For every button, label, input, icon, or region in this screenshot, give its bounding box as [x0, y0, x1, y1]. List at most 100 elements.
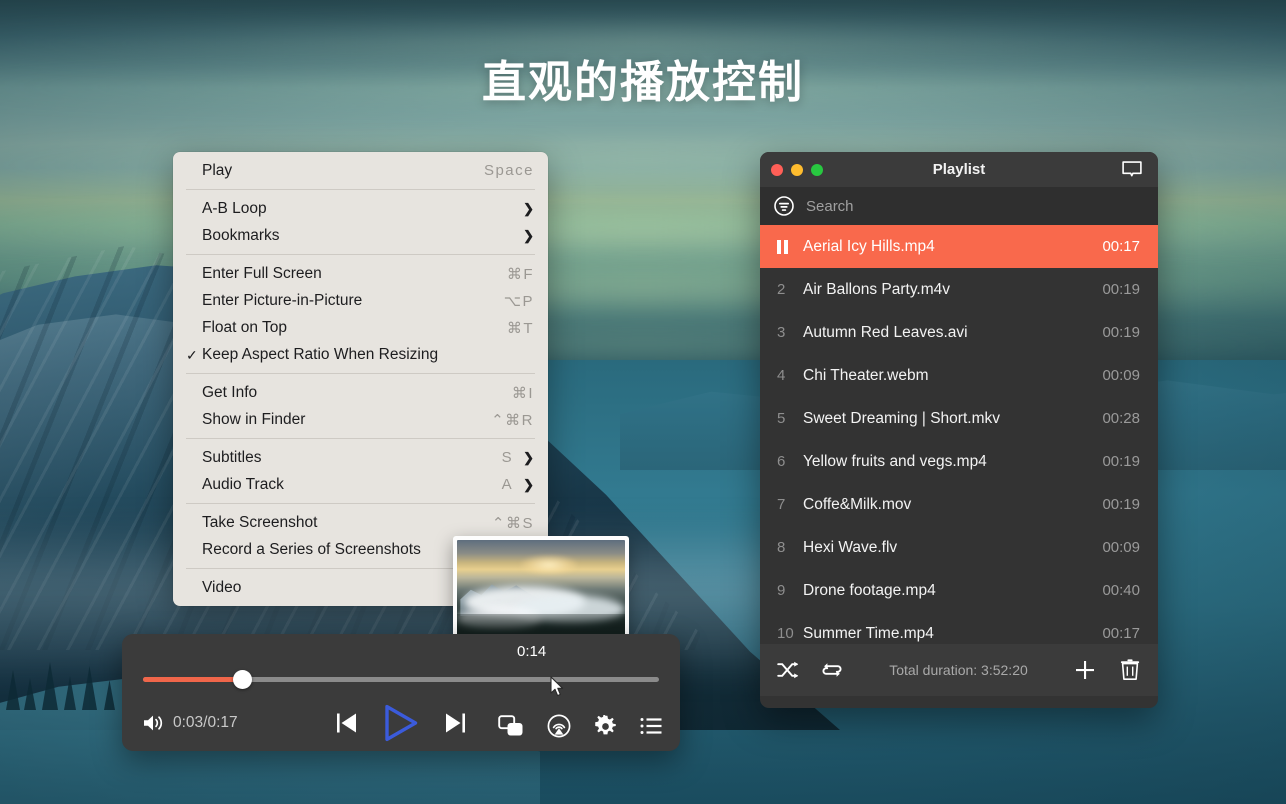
player-control-bar: 0:14 0:03/0:17 [122, 634, 680, 751]
playlist-row[interactable]: 8 Hexi Wave.flv 00:09 [760, 526, 1158, 569]
playlist-row-title: Hexi Wave.flv [803, 538, 898, 556]
picture-in-picture-icon[interactable] [498, 715, 524, 737]
menu-item[interactable]: Play Space [173, 157, 548, 184]
screenshot-preview-thumbnail [453, 536, 629, 639]
menu-item[interactable]: Bookmarks ❯ [173, 222, 548, 249]
minimize-button[interactable] [791, 164, 803, 176]
airplay-icon[interactable] [547, 714, 571, 738]
menu-item[interactable]: Enter Picture-in-Picture ⌥P [173, 287, 548, 314]
menu-item[interactable]: ✓ Keep Aspect Ratio When Resizing [173, 341, 548, 368]
next-icon[interactable] [443, 710, 467, 736]
menu-separator [186, 189, 535, 190]
menu-item[interactable]: Audio Track A ❯ [173, 471, 548, 498]
playlist-row-duration: 00:19 [1102, 453, 1140, 470]
menu-item-shortcut: ⌘T [506, 319, 534, 337]
playlist-row[interactable]: 5 Sweet Dreaming | Short.mkv 00:28 [760, 397, 1158, 440]
playlist-row-index: 10 [777, 625, 794, 642]
playlist-titlebar: Playlist [760, 152, 1158, 187]
shuffle-icon[interactable] [777, 661, 799, 679]
playlist-row-index: 5 [777, 410, 786, 427]
playlist-row-duration: 00:19 [1102, 324, 1140, 341]
playlist-row-title: Air Ballons Party.m4v [803, 280, 951, 298]
playlist-row-title: Coffe&Milk.mov [803, 495, 912, 513]
menu-item[interactable]: Float on Top ⌘T [173, 314, 548, 341]
menu-item[interactable]: Show in Finder ⌃⌘R [173, 406, 548, 433]
repeat-icon[interactable] [821, 661, 843, 679]
preview-foreground [457, 614, 625, 635]
playlist-row-index: 3 [777, 324, 786, 341]
menu-item-shortcut: ⌃⌘R [491, 411, 534, 429]
playlist-row-title: Yellow fruits and vegs.mp4 [803, 452, 987, 470]
trash-icon[interactable] [1120, 659, 1140, 681]
search-bar[interactable]: Search [760, 187, 1158, 225]
menu-item-label: Audio Track [202, 475, 284, 493]
seek-bar-progress [143, 677, 238, 682]
hover-time-tooltip: 0:14 [517, 643, 547, 660]
playlist-row-title: Chi Theater.webm [803, 366, 929, 384]
playlist-window: Playlist Search Aerial Icy Hills.mp4 00:1… [760, 152, 1158, 708]
mouse-cursor-icon [550, 676, 564, 697]
playlist-row-index: 7 [777, 496, 786, 513]
playlist-row[interactable]: 3 Autumn Red Leaves.avi 00:19 [760, 311, 1158, 354]
menu-item-shortcut: A [501, 476, 514, 493]
playlist-row[interactable]: 2 Air Ballons Party.m4v 00:19 [760, 268, 1158, 311]
playlist-row-duration: 00:40 [1102, 582, 1140, 599]
previous-icon[interactable] [335, 710, 359, 736]
list-icon[interactable] [640, 717, 662, 735]
menu-item[interactable]: Get Info ⌘I [173, 379, 548, 406]
menu-item[interactable]: A-B Loop ❯ [173, 195, 548, 222]
menu-item-label: Get Info [202, 383, 258, 401]
playlist-row-index: 6 [777, 453, 786, 470]
playlist-row-duration: 00:19 [1102, 281, 1140, 298]
playlist-row[interactable]: 10 Summer Time.mp4 00:17 [760, 612, 1158, 644]
page-title: 直观的播放控制 [482, 58, 804, 107]
menu-item-label: Subtitles [202, 448, 262, 466]
menu-item-label: Take Screenshot [202, 513, 318, 531]
menu-separator [186, 254, 535, 255]
menu-item-shortcut: ⌘F [506, 265, 534, 283]
plus-icon[interactable] [1074, 659, 1096, 681]
playlist-row-title: Sweet Dreaming | Short.mkv [803, 409, 1000, 427]
chevron-right-icon: ❯ [523, 228, 534, 243]
total-duration-label: Total duration: 3:52:20 [889, 662, 1028, 678]
playlist-row-index: 4 [777, 367, 786, 384]
menu-item[interactable]: Subtitles S ❯ [173, 444, 548, 471]
playlist-row-title: Summer Time.mp4 [803, 624, 934, 642]
play-icon[interactable] [383, 704, 419, 742]
playlist-actions [1074, 659, 1140, 681]
playlist-row[interactable]: 4 Chi Theater.webm 00:09 [760, 354, 1158, 397]
playlist-row-index: 2 [777, 281, 786, 298]
playlist-row[interactable]: 6 Yellow fruits and vegs.mp4 00:19 [760, 440, 1158, 483]
playlist-row[interactable]: 9 Drone footage.mp4 00:40 [760, 569, 1158, 612]
pause-icon [777, 239, 803, 254]
menu-item-shortcut: ⌘I [511, 384, 534, 402]
playlist-footer: Total duration: 3:52:20 [760, 644, 1158, 696]
menu-item-shortcut: S [501, 449, 514, 466]
filter-icon[interactable] [774, 196, 794, 216]
menu-separator [186, 373, 535, 374]
menu-item-shortcut: ⌥P [503, 292, 534, 310]
playlist-items: Aerial Icy Hills.mp4 00:17 2 Air Ballons Pa… [760, 225, 1158, 644]
playlist-row[interactable]: Aerial Icy Hills.mp4 00:17 [760, 225, 1158, 268]
seek-bar[interactable] [143, 670, 659, 690]
close-button[interactable] [771, 164, 783, 176]
menu-item[interactable]: Take Screenshot ⌃⌘S [173, 509, 548, 536]
menu-item-label: Show in Finder [202, 410, 306, 428]
playlist-row-title: Drone footage.mp4 [803, 581, 936, 599]
chevron-right-icon: ❯ [523, 201, 534, 216]
checkmark-icon: ✓ [186, 346, 198, 363]
maximize-button[interactable] [811, 164, 823, 176]
menu-item-label: Enter Picture-in-Picture [202, 291, 363, 309]
menu-item-shortcut: ⌃⌘S [491, 514, 534, 532]
search-input[interactable]: Search [806, 198, 854, 215]
seek-bar-handle[interactable] [233, 670, 252, 689]
menu-item[interactable]: Enter Full Screen ⌘F [173, 260, 548, 287]
playlist-row[interactable]: 7 Coffe&Milk.mov 00:19 [760, 483, 1158, 526]
menu-item-shortcut: Space [483, 162, 534, 179]
playlist-row-title: Aerial Icy Hills.mp4 [803, 237, 935, 255]
speech-bubble-icon[interactable] [1122, 161, 1142, 179]
playlist-row-duration: 00:17 [1102, 238, 1140, 255]
gear-icon[interactable] [594, 714, 617, 738]
preview-sun [519, 555, 578, 576]
menu-item-label: A-B Loop [202, 199, 267, 217]
